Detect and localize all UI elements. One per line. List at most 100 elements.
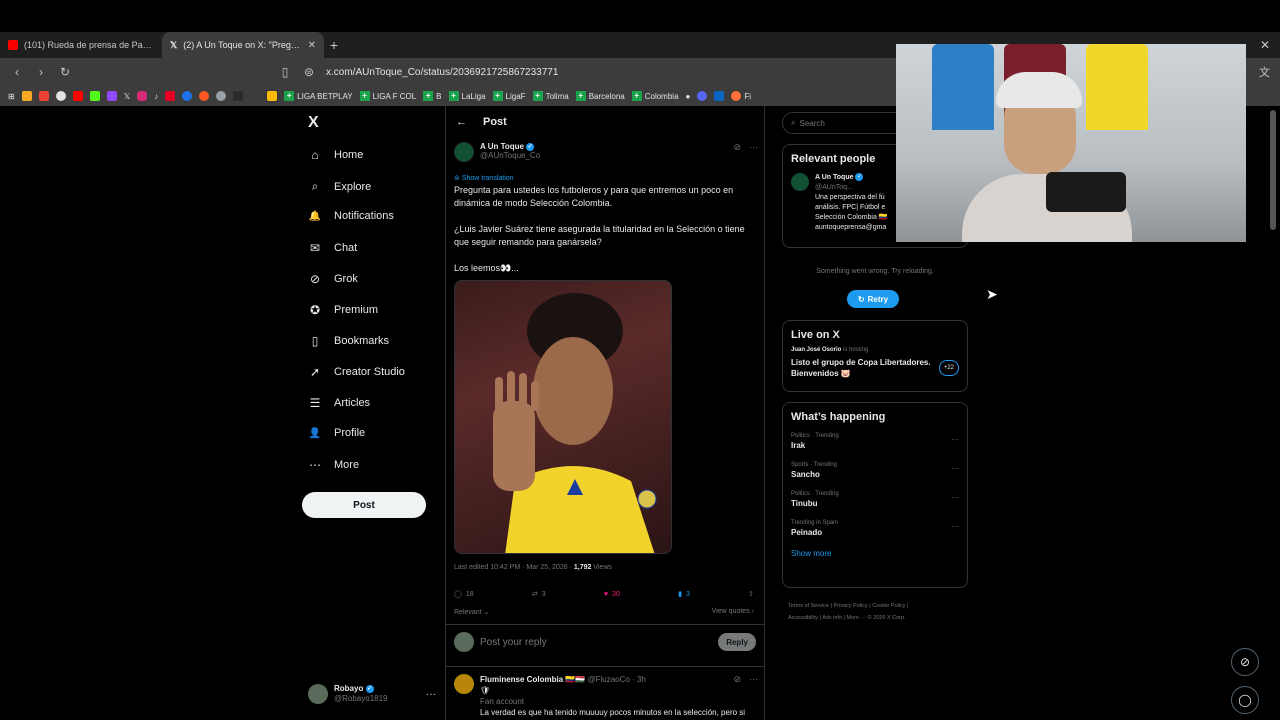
back-icon[interactable]: ‹ [10, 65, 24, 79]
bookmark-liga-f-col[interactable]: + LIGA F COL [359, 91, 416, 101]
reply-author-name[interactable]: Fluminense Colombia 🇨🇴🇭🇺 [480, 675, 585, 684]
nav-item-creator-studio[interactable]: ➚ Creator Studio [308, 365, 405, 379]
reply-author-handle[interactable]: @FluzaoCo · 3h [588, 675, 646, 684]
more-icon[interactable]: ··· [749, 674, 758, 685]
footer-link[interactable]: Privacy Policy [833, 603, 867, 609]
retry-button[interactable]: ↻ Retry [847, 290, 899, 308]
author-handle[interactable]: @AUnToque_Co [480, 151, 540, 160]
bookmark-colombia[interactable]: + Colombia [631, 91, 679, 101]
reload-icon[interactable]: ↻ [58, 65, 72, 79]
footer-link[interactable]: More ··· [847, 615, 867, 621]
app-icon[interactable] [182, 91, 193, 101]
bookmark-laliga[interactable]: + LaLiga [448, 91, 486, 101]
more-icon[interactable]: ··· [426, 689, 436, 700]
bookmark-page-icon[interactable]: ▯ [278, 65, 292, 79]
more-icon[interactable]: ··· [951, 435, 959, 444]
grok-icon[interactable]: ⊘ [733, 142, 741, 162]
footer-link[interactable]: Cookie Policy [872, 603, 905, 609]
youtube-icon[interactable] [72, 91, 83, 101]
nav-item-chat[interactable]: ✉ Chat [308, 241, 357, 255]
x-logo-icon[interactable]: X [308, 114, 319, 132]
pinterest-icon[interactable] [165, 91, 176, 101]
chat-float-button[interactable]: ◯ [1231, 686, 1259, 714]
close-tab-icon[interactable]: ✕ [308, 40, 316, 51]
footer-link[interactable]: Accessibility [788, 615, 818, 621]
avatar[interactable] [791, 173, 809, 191]
browser-tab-x[interactable]: 𝕏 (2) A Un Toque on X: "Pregunta ✕ [162, 32, 324, 58]
more-icon[interactable]: ··· [951, 464, 959, 473]
forward-icon[interactable]: › [34, 65, 48, 79]
view-quotes-link[interactable]: View quotes › [712, 608, 754, 616]
nav-item-articles[interactable]: ☰ Articles [308, 396, 370, 410]
footer-link[interactable]: Ads info [822, 615, 842, 621]
translate-icon[interactable]: 文 [1259, 64, 1270, 80]
twitch-icon[interactable] [106, 91, 117, 101]
bookmark-b[interactable]: + B [423, 91, 442, 101]
gmail-icon[interactable] [38, 91, 49, 101]
sort-relevant-dropdown[interactable]: Relevant ⌄ [454, 608, 489, 616]
share-button[interactable]: ⇪ [748, 590, 754, 598]
more-icon[interactable]: ··· [951, 522, 959, 531]
trend-item[interactable]: Politics · Trending Tinubu ··· [783, 485, 967, 514]
github-icon[interactable]: ● [686, 92, 691, 101]
nav-item-notifications[interactable]: 🔔 Notifications [308, 210, 394, 222]
listener-count-badge[interactable]: +22 [938, 360, 959, 376]
x-icon[interactable]: 𝕏 [124, 92, 130, 101]
nav-item-profile[interactable]: 👤 Profile [308, 427, 365, 439]
globe-icon[interactable] [216, 91, 227, 101]
bookmark-fi[interactable]: Fi [731, 91, 751, 101]
nav-item-bookmarks[interactable]: ▯ Bookmarks [308, 334, 389, 348]
nav-item-grok[interactable]: ⊘ Grok [308, 272, 358, 286]
dazn-icon[interactable] [233, 91, 244, 101]
linkedin-icon[interactable] [714, 91, 725, 101]
instagram-icon[interactable] [137, 91, 148, 101]
grok-icon[interactable]: ⊘ [733, 674, 741, 685]
author-name[interactable]: A Un Toque [480, 142, 524, 151]
post-image[interactable] [454, 280, 672, 554]
account-switcher[interactable]: Robayo ✓ @Robayo1819 ··· [308, 684, 436, 704]
avatar[interactable] [454, 142, 474, 162]
nav-item-home[interactable]: ⌂ Home [308, 148, 363, 162]
discord-icon[interactable] [697, 91, 708, 101]
avatar[interactable] [454, 674, 474, 694]
repost-button[interactable]: ⇄ 3 [532, 590, 546, 599]
bookmark-tolima[interactable]: + Tolima [532, 91, 569, 101]
back-arrow-icon[interactable]: ← [456, 116, 467, 128]
nav-item-more[interactable]: ⋯ More [308, 458, 359, 472]
grok-float-button[interactable]: ⊘ [1231, 648, 1259, 676]
bookmark-button[interactable]: ▮ 3 [678, 590, 690, 599]
url-field[interactable]: x.com/AUnToque_Co/status/203692172586723… [326, 67, 558, 78]
bookmark-icon[interactable] [21, 91, 32, 101]
footer-link[interactable]: Terms of Service [788, 603, 829, 609]
live-on-x-card[interactable]: Live on X Juan José Osorio is hosting Li… [782, 320, 968, 392]
trend-item[interactable]: Sports · Trending Sancho ··· [783, 456, 967, 485]
browser-tab-youtube[interactable]: (101) Rueda de prensa de Pasto tras [0, 32, 162, 58]
reply-item[interactable]: Fluminense Colombia 🇨🇴🇭🇺 @FluzaoCo · 3h … [454, 674, 758, 718]
chrome-icon[interactable] [55, 91, 66, 101]
bookmark-ligaf[interactable]: + LigaF [492, 91, 526, 101]
new-tab-button[interactable]: + [324, 37, 344, 53]
post-button[interactable]: Post [302, 492, 426, 518]
bookmark-barcelona[interactable]: + Barcelona [575, 91, 625, 101]
like-button[interactable]: ♥ 30 [604, 590, 620, 598]
apps-icon[interactable]: ⊞ [8, 92, 15, 101]
scrollbar[interactable] [1270, 110, 1276, 230]
window-close-icon[interactable]: ✕ [1260, 38, 1270, 52]
site-info-icon[interactable]: ⊜ [302, 65, 316, 79]
app-icon[interactable] [250, 91, 261, 101]
reply-submit-button[interactable]: Reply [718, 633, 756, 651]
app-icon[interactable] [267, 91, 278, 101]
more-icon[interactable]: ··· [951, 493, 959, 502]
tiktok-icon[interactable]: ♪ [154, 92, 158, 101]
show-translation-link[interactable]: ⊜ Show translation [454, 174, 514, 182]
reply-input[interactable]: Post your reply [480, 637, 712, 648]
more-icon[interactable]: ··· [749, 142, 758, 162]
kick-icon[interactable] [89, 91, 100, 101]
show-more-link[interactable]: Show more [783, 543, 967, 568]
nav-item-explore[interactable]: ⌕ Explore [308, 179, 372, 194]
trend-item[interactable]: Trending in Spain Peinado ··· [783, 514, 967, 543]
live-title[interactable]: Listo el grupo de Copa Libertadores. Bie… [791, 357, 939, 379]
nav-item-premium[interactable]: ✪ Premium [308, 303, 378, 317]
trend-item[interactable]: Politics · Trending Irak ··· [783, 427, 967, 456]
reply-button[interactable]: ◯ 18 [454, 590, 474, 599]
